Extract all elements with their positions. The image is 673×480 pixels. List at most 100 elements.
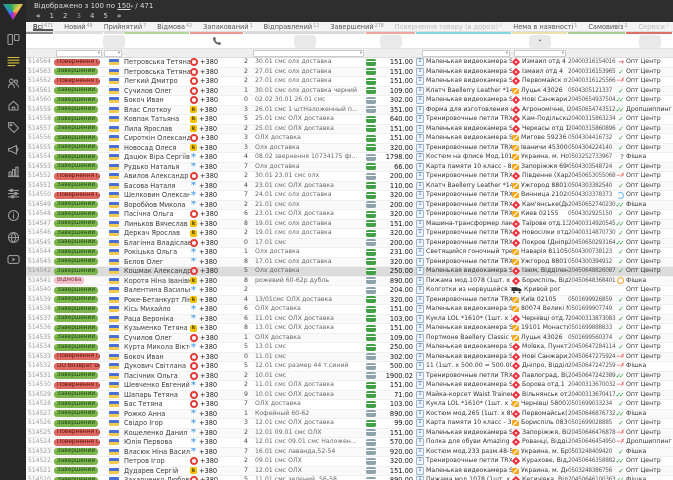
tab-6[interactable]: Завершений278 (330, 22, 384, 31)
sidebar-item-dashboard[interactable] (0, 28, 26, 50)
column-header-flag[interactable] (103, 35, 125, 48)
order-row[interactable]: 514534 Завершений Курта Микола Вікто... … (26, 343, 673, 353)
order-row[interactable]: 514540 Завершений Валентина Васильє... *… (26, 286, 673, 296)
order-row[interactable]: 514557 Завершений Лила Ярослав k +380 2 25… (26, 124, 673, 134)
order-row[interactable]: 514531 Завершений Пасічник Ольга +380 21… (26, 371, 673, 381)
column-header-name[interactable] (124, 35, 190, 48)
order-row[interactable]: 514554 Завершений Дацюк Віра Сергіївна *… (26, 153, 673, 163)
sidebar-item-products[interactable] (0, 116, 26, 138)
order-row[interactable]: 514547 Завершений Линьков Вячеслав k +380… (26, 219, 673, 229)
order-row[interactable]: 514556 Завершений Сироткін Олександр +38… (26, 134, 673, 144)
order-row[interactable]: 514527 Завершений Рожко Анна * +380 1 Кофе… (26, 409, 673, 419)
order-row[interactable]: 514537 Завершений Раца Вероніка * +380 61… (26, 314, 673, 324)
sidebar-item-company[interactable] (0, 94, 26, 116)
message-count: 0 (244, 96, 248, 103)
pagination-last-icon[interactable]: » (117, 11, 122, 22)
order-row[interactable]: 514548 Завершений Пасічна Ольга +380 6 23… (26, 210, 673, 220)
column-header-ttn[interactable] (568, 35, 626, 48)
sidebar-item-info[interactable] (0, 204, 26, 226)
order-row[interactable]: 514528 Завершений Бас Тетяна +380 7 ОЛХ д… (26, 400, 673, 410)
order-row[interactable]: 514560 Завершений Бокоч Иван +380 0 02.02… (26, 96, 673, 106)
sidebar-item-settings[interactable] (0, 182, 26, 204)
order-row[interactable]: 514541 Відмова Коротя Ніна Іванівна k +38… (26, 276, 673, 286)
sidebar-item-support[interactable] (0, 226, 26, 248)
page-3[interactable]: 3 (76, 11, 80, 22)
sidebar-item-video[interactable] (0, 248, 26, 270)
tab-4[interactable]: Запакований1 (203, 22, 253, 31)
page-5[interactable]: 5 (103, 11, 107, 22)
column-header-delivery[interactable] (512, 35, 568, 48)
order-row[interactable]: 514523 Завершений Власюк Ніна Василі... … (26, 447, 673, 457)
sidebar-item-marketing[interactable] (0, 138, 26, 160)
order-row[interactable]: 514530 Повернення (з... Шевченко Евгений… (26, 381, 673, 391)
filter-dropdown[interactable]: ▾ (104, 49, 122, 57)
sidebar-item-statistics[interactable] (0, 160, 26, 182)
column-header-product[interactable] (416, 35, 512, 48)
order-row[interactable]: 514555 Завершений Новосад Олеся k +380 3О… (26, 143, 673, 153)
order-row[interactable]: 514558 Завершений Ковпак Татьяна k +380 5… (26, 115, 673, 125)
page-1[interactable]: 1 (50, 11, 54, 22)
order-row[interactable]: 514532 DO Возврат ок... Дукович Світлана… (26, 362, 673, 372)
order-row[interactable]: 514525 Повернення (з... Кошеленко Данил … (26, 428, 673, 438)
status-badge: Завершений (54, 315, 99, 323)
status-badge: Завершений (54, 229, 99, 237)
order-row[interactable]: 514538 Завершений Кісь Михайло * +380 6 ОЛ… (26, 305, 673, 315)
tab-0[interactable]: Всі471 (33, 22, 53, 31)
order-row[interactable]: 514520 Завершений Захарченко Любовь +380… (26, 476, 673, 480)
page-2[interactable]: 2 (63, 11, 67, 22)
tab-10[interactable]: Сервіси0 (638, 22, 669, 31)
megaphone-icon (7, 143, 20, 156)
column-header-payment[interactable] (366, 35, 416, 48)
order-row[interactable]: 514559 Завершений Влас Слоткоу k +380 3 26… (26, 105, 673, 115)
column-header-phone[interactable] (190, 35, 244, 48)
order-row[interactable]: 514550 Повернення (з... Шелковин Олексан… (26, 191, 673, 201)
quantity-badge: 1 (416, 362, 424, 371)
tab-7[interactable]: Повернення товару (в дорозі)0 (395, 22, 503, 31)
order-note: 11.01 смс зелений, 56-58 (255, 476, 337, 480)
order-row[interactable]: 514535 Завершений Сучилов Олег +380 1 ОЛХ… (26, 333, 673, 343)
order-row[interactable]: 514539 Завершений Роке-Бетанкурт Лін... … (26, 295, 673, 305)
order-row[interactable]: 514544 Завершений Рокіцька Ольга * +380 1… (26, 248, 673, 258)
order-row[interactable]: 514546 Завершений Деркач Ярослав k +380 2… (26, 229, 673, 239)
column-header-id[interactable] (26, 35, 54, 48)
ukraine-flag-icon (109, 315, 119, 322)
tab-3[interactable]: Відмова42 (157, 22, 192, 31)
filter-dropdown[interactable]: ▾ (55, 49, 102, 57)
order-row[interactable]: 514536 Завершений Кузьменко Тетяна k +380… (26, 324, 673, 334)
order-row[interactable]: 514563 Завершений Петровська Тетяна +380… (26, 67, 673, 77)
order-row[interactable]: 514545 Завершений Благінна Владіслава +3… (26, 238, 673, 248)
tab-1[interactable]: Новий48 (64, 22, 93, 31)
tab-8[interactable]: Нема в наявності1 (513, 22, 577, 31)
order-row[interactable]: 514561 Завершений Сучилов Олег +380 1 30.… (26, 86, 673, 96)
order-row[interactable]: 514524 Повернення (з... Юлія Первова *+3… (26, 438, 673, 448)
order-row[interactable]: 514551 Завершений Басова Наталя * +380 42… (26, 181, 673, 191)
tab-5[interactable]: Відправлений12 (264, 22, 320, 31)
order-row[interactable]: 514521 Завершений Дударев Сергій k +380 7… (26, 466, 673, 476)
filter-dropdown[interactable]: ▾ (253, 49, 364, 57)
order-row[interactable]: 514549 Завершений Воробйов Микола * +380 … (26, 200, 673, 210)
sidebar-item-clients[interactable] (0, 72, 26, 94)
order-row[interactable]: 514553 Завершений Рудько Наталья * +380 7… (26, 162, 673, 172)
filter-dropdown[interactable]: ▾ (514, 49, 566, 57)
order-row[interactable]: 514529 Завершений Шапарь Тетяна +380 9 10… (26, 390, 673, 400)
column-header-status[interactable] (54, 35, 104, 48)
order-row[interactable]: 514526 Завершений Свідро Ігор * +380 3 12.… (26, 419, 673, 429)
order-row[interactable]: 514533 Повернення (з... Бокоч Иван +380 … (26, 352, 673, 362)
order-row[interactable]: 514542 Завершений Кошмак Александр +380 … (26, 267, 673, 277)
page-size-dropdown[interactable]: 150 (117, 2, 130, 10)
tab-9[interactable]: Самовивіз2 (588, 22, 627, 31)
filter-dropdown[interactable]: ▾ (422, 49, 510, 57)
client-name: Сучилов Олег (124, 86, 172, 95)
order-row[interactable]: 514562 Повернення (з... Легкий Дмитро +3… (26, 77, 673, 87)
page-4[interactable]: 4 (90, 11, 94, 22)
order-row[interactable]: 514543 Завершений Бєлов Олег * +380 8 17.0… (26, 257, 673, 267)
order-row[interactable]: 514522 Завершений Петров Ігор +380 2 09.0… (26, 457, 673, 467)
app-logo-icon[interactable] (3, 4, 23, 20)
column-header-manager[interactable] (626, 35, 673, 48)
sidebar-item-orders[interactable] (0, 50, 26, 72)
order-row[interactable]: 514552 Повернення (з... Авилов Александр… (26, 172, 673, 182)
tab-2[interactable]: Прийнятий7 (104, 22, 146, 31)
pagination-first-icon[interactable]: « (36, 11, 41, 22)
column-header-comment[interactable] (244, 35, 366, 48)
order-row[interactable]: 514564 Повернення (з... Петровська Тетян… (26, 58, 673, 68)
